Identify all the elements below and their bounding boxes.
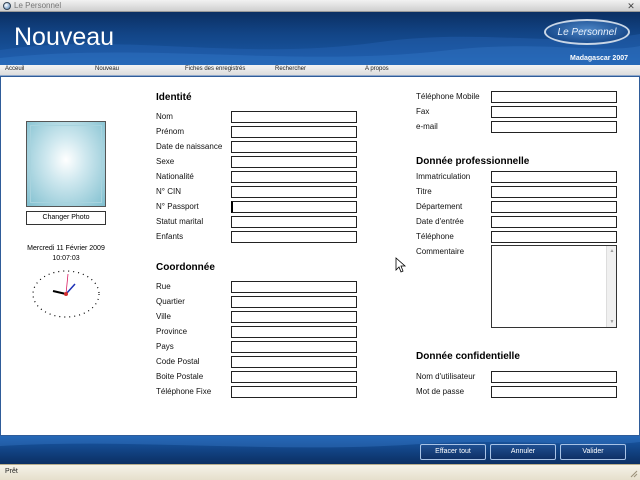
immatriculation-field[interactable] <box>491 171 617 183</box>
date-entree-field[interactable] <box>491 216 617 228</box>
passport-field[interactable] <box>231 201 357 213</box>
label-titre: Titre <box>416 187 432 196</box>
label-statut-marital: Statut marital <box>156 217 204 226</box>
ville-field[interactable] <box>231 311 357 323</box>
app-logo: Le Personnel <box>544 19 630 45</box>
label-boite-postale: Boite Postale <box>156 372 204 381</box>
cin-field[interactable] <box>231 186 357 198</box>
sexe-field[interactable] <box>231 156 357 168</box>
section-title-confidentielle: Donnée confidentielle <box>416 351 520 362</box>
status-text: Prêt <box>5 468 18 475</box>
section-title-professionnelle: Donnée professionnelle <box>416 156 530 167</box>
boite-postale-field[interactable] <box>231 371 357 383</box>
current-time: 10:07:03 <box>52 255 80 262</box>
app-icon <box>3 1 11 10</box>
label-sexe: Sexe <box>156 157 175 166</box>
departement-field[interactable] <box>491 201 617 213</box>
label-pays: Pays <box>156 342 174 351</box>
telephone-mobile-field[interactable] <box>491 91 617 103</box>
logo-text: Le Personnel <box>557 26 617 38</box>
page-title: Nouveau <box>14 23 115 51</box>
code-postal-field[interactable] <box>231 356 357 368</box>
menu-item-rechercher[interactable]: Rechercher <box>275 66 306 72</box>
label-date-naissance: Date de naissance <box>156 142 223 151</box>
label-nom: Nom <box>156 112 173 121</box>
menu-bar: Acceuil Nouveau Fiches des enregistrés R… <box>0 65 640 76</box>
date-naissance-field[interactable] <box>231 141 357 153</box>
label-telephone: Téléphone <box>416 232 454 241</box>
enfants-field[interactable] <box>231 231 357 243</box>
label-mot-de-passe: Mot de passe <box>416 387 465 396</box>
email-field[interactable] <box>491 121 617 133</box>
province-field[interactable] <box>231 326 357 338</box>
nationalite-field[interactable] <box>231 171 357 183</box>
commentaire-textarea[interactable] <box>492 246 606 327</box>
form-panel: Changer Photo Mercredi 11 Février 2009 1… <box>0 76 640 436</box>
label-rue: Rue <box>156 282 171 291</box>
mot-de-passe-field[interactable] <box>491 386 617 398</box>
commentaire-box: ▲ ▼ <box>491 245 617 328</box>
pays-field[interactable] <box>231 341 357 353</box>
label-immatriculation: Immatriculation <box>416 172 471 181</box>
titre-field[interactable] <box>491 186 617 198</box>
change-photo-button[interactable]: Changer Photo <box>26 211 106 225</box>
footer-bar: Effacer tout Annuler Valider <box>0 436 640 464</box>
header-banner: Nouveau Le Personnel Madagascar 2007 <box>0 12 640 65</box>
label-code-postal: Code Postal <box>156 357 200 366</box>
nom-field[interactable] <box>231 111 357 123</box>
section-title-identite: Identité <box>156 92 192 103</box>
label-province: Province <box>156 327 188 336</box>
label-email: e-mail <box>416 122 438 131</box>
label-date-entree: Date d'entrée <box>416 217 464 226</box>
photo-placeholder <box>26 121 106 207</box>
label-nom-utilisateur: Nom d'utilisateur <box>416 372 476 381</box>
label-ville: Ville <box>156 312 171 321</box>
nom-utilisateur-field[interactable] <box>491 371 617 383</box>
scroll-up-icon[interactable]: ▲ <box>607 246 617 256</box>
rue-field[interactable] <box>231 281 357 293</box>
fax-field[interactable] <box>491 106 617 118</box>
telephone-fixe-field[interactable] <box>231 386 357 398</box>
menu-item-acceuil[interactable]: Acceuil <box>5 66 24 72</box>
label-enfants: Enfants <box>156 232 184 241</box>
menu-item-apropos[interactable]: A propos <box>365 66 389 72</box>
mouse-cursor-icon <box>395 257 407 273</box>
commentaire-scrollbar[interactable]: ▲ ▼ <box>606 246 616 327</box>
cancel-button[interactable]: Annuler <box>490 444 556 460</box>
clear-all-button[interactable]: Effacer tout <box>420 444 486 460</box>
resize-grip-icon[interactable] <box>628 468 638 478</box>
telephone-field[interactable] <box>491 231 617 243</box>
label-prenom: Prénom <box>156 127 185 136</box>
label-commentaire: Commentaire <box>416 247 465 256</box>
validate-button[interactable]: Valider <box>560 444 626 460</box>
window-titlebar: Le Personnel ✕ <box>0 0 640 12</box>
label-quartier: Quartier <box>156 297 185 306</box>
prenom-field[interactable] <box>231 126 357 138</box>
menu-item-nouveau[interactable]: Nouveau <box>95 66 119 72</box>
statut-marital-field[interactable] <box>231 216 357 228</box>
label-passport: N° Passport <box>156 202 199 211</box>
menu-item-fiches[interactable]: Fiches des enregistrés <box>185 66 245 72</box>
quartier-field[interactable] <box>231 296 357 308</box>
close-icon[interactable]: ✕ <box>625 1 637 11</box>
label-telephone-fixe: Téléphone Fixe <box>156 387 212 396</box>
label-fax: Fax <box>416 107 430 116</box>
current-date: Mercredi 11 Février 2009 <box>27 245 105 252</box>
location-label: Madagascar 2007 <box>570 55 628 62</box>
label-departement: Département <box>416 202 463 211</box>
label-nationalite: Nationalité <box>156 172 194 181</box>
analog-clock-icon <box>32 270 100 318</box>
label-telephone-mobile: Téléphone Mobile <box>416 92 480 101</box>
section-title-coordonnee: Coordonnée <box>156 262 215 273</box>
scroll-down-icon[interactable]: ▼ <box>607 317 617 327</box>
window-title: Le Personnel <box>14 1 62 10</box>
status-bar: Prêt <box>0 464 640 480</box>
label-cin: N° CIN <box>156 187 181 196</box>
